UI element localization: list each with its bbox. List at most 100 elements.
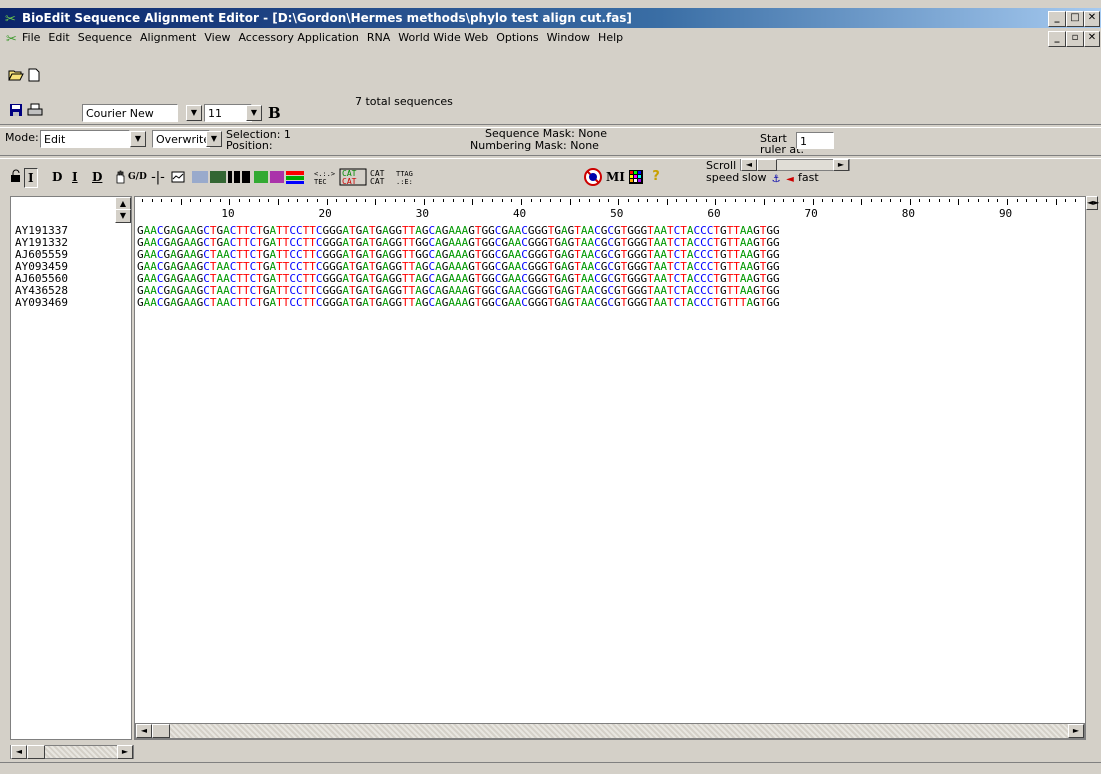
lock-icon[interactable] — [8, 169, 24, 185]
ruler-tick — [929, 199, 931, 202]
ruler-tick — [452, 199, 454, 202]
menu-item-accessory-application[interactable]: Accessory Application — [238, 31, 358, 44]
font-name-select[interactable]: Courier New — [82, 104, 178, 122]
hscroll-right-arrow-icon[interactable]: ► — [1068, 724, 1084, 738]
restore-button[interactable]: □ — [1066, 11, 1084, 27]
sequence-row[interactable]: GAACGAGAAGCTAACTTCTGATTCCTTCGGGATGATGAGG… — [137, 297, 780, 309]
color-grid-icon[interactable] — [628, 169, 644, 185]
menu-item-alignment[interactable]: Alignment — [140, 31, 196, 44]
ruler-number: 90 — [998, 207, 1013, 220]
hand-grab-icon[interactable] — [112, 170, 128, 186]
print-icon[interactable] — [27, 103, 43, 119]
ruler-number: 50 — [610, 207, 624, 220]
ruler-tick — [1055, 199, 1057, 205]
delete-mode-button[interactable]: D — [52, 168, 62, 186]
no-entry-icon[interactable] — [584, 168, 602, 186]
ruler-number: 30 — [415, 207, 429, 220]
ruler-tick — [861, 199, 863, 205]
child-minimize-button[interactable]: _ — [1048, 31, 1066, 47]
scroll-label: Scroll — [706, 159, 737, 172]
slider-thumb[interactable] — [757, 159, 777, 171]
alignment-pane[interactable]: 10 20 30 40 50 60 70 80 90 GAACGAGAAGCTGACTTCTGA… — [134, 196, 1086, 740]
ruler-tick — [433, 199, 435, 202]
separator — [0, 155, 1101, 159]
ruler-tick — [326, 199, 328, 205]
ruler-tick — [666, 199, 668, 205]
menu-item-help[interactable]: Help — [598, 31, 623, 44]
alignment-hscroll[interactable]: ◄ ► — [135, 723, 1085, 739]
hscroll-thumb[interactable] — [152, 724, 170, 738]
ruler-tick — [1074, 199, 1076, 202]
ruler-tick — [258, 199, 260, 202]
ruler-tick — [598, 199, 600, 202]
child-restore-button[interactable]: ▫ — [1066, 31, 1084, 47]
overwrite-select[interactable]: Overwrite — [152, 130, 210, 148]
name-scroll-down-icon[interactable]: ▼ — [115, 209, 131, 223]
slide-icon[interactable]: -|- — [150, 170, 166, 186]
svg-text:TTAG: TTAG — [396, 170, 413, 178]
mi-button[interactable]: MI — [606, 168, 625, 186]
menu-item-options[interactable]: Options — [496, 31, 538, 44]
font-size-dropdown-icon[interactable]: ▼ — [246, 105, 262, 121]
ruler-start-input[interactable]: 1 — [796, 132, 834, 149]
status-bar — [0, 762, 1101, 774]
ruler-tick — [569, 199, 571, 205]
menu-item-view[interactable]: View — [204, 31, 230, 44]
vertical-split-icon[interactable]: ◄► — [1086, 196, 1099, 210]
ruler-tick — [754, 199, 756, 202]
name-hscroll[interactable]: ◄ ► — [10, 745, 134, 759]
menu-item-file[interactable]: File — [22, 31, 40, 44]
insert-gap-button[interactable]: I — [72, 168, 78, 186]
shading-tools-icon[interactable] — [190, 168, 308, 186]
font-size-select[interactable]: 11 — [204, 104, 252, 122]
name-hscroll-right-icon[interactable]: ► — [117, 745, 133, 759]
ruler-tick — [608, 199, 610, 202]
red-arrow-icon: ◄ — [786, 174, 794, 185]
ruler-number: 60 — [707, 207, 721, 220]
name-hscroll-thumb[interactable] — [27, 745, 45, 759]
mode-select[interactable]: Edit — [40, 130, 130, 148]
sequence-name[interactable]: AY093469 — [15, 297, 68, 309]
ruler-tick — [744, 199, 746, 202]
gd-button[interactable]: G/D — [128, 168, 147, 186]
menu-item-edit[interactable]: Edit — [48, 31, 69, 44]
ruler-tick — [443, 199, 445, 202]
mode-dropdown-icon[interactable]: ▼ — [130, 131, 146, 147]
ruler-tick — [1065, 199, 1067, 202]
close-button[interactable]: ✕ — [1084, 11, 1100, 27]
delete-gap-button[interactable]: D — [92, 168, 102, 186]
ruler-tick — [394, 199, 396, 202]
bold-button[interactable]: B — [268, 106, 281, 121]
ruler-tick — [938, 199, 940, 202]
save-icon[interactable] — [8, 103, 24, 119]
slider-right-arrow-icon[interactable]: ► — [833, 159, 849, 171]
window-title: BioEdit Sequence Alignment Editor - [D:\… — [22, 11, 632, 25]
menu-item-rna[interactable]: RNA — [367, 31, 390, 44]
ruler-tick — [1036, 199, 1038, 202]
insert-mode-button[interactable]: I — [24, 168, 38, 188]
sequence-name-pane[interactable]: ▲ ▼ AY191337 AY191332 AJ605559 AY093459 AJ60… — [10, 196, 132, 740]
ruler-tick — [1006, 199, 1008, 205]
hscroll-left-arrow-icon[interactable]: ◄ — [136, 724, 152, 738]
slider-left-arrow-icon[interactable]: ◄ — [741, 159, 757, 171]
name-hscroll-left-icon[interactable]: ◄ — [11, 745, 27, 759]
ruler-tick — [793, 199, 795, 202]
menu-item-world-wide-web[interactable]: World Wide Web — [398, 31, 488, 44]
overwrite-dropdown-icon[interactable]: ▼ — [206, 131, 222, 147]
svg-text:TEC: TEC — [314, 178, 327, 186]
menu-item-sequence[interactable]: Sequence — [78, 31, 132, 44]
document-icon[interactable]: ✂ — [6, 30, 17, 50]
scroll-speed-slider[interactable]: ◄ ► — [740, 159, 850, 171]
help-question-icon[interactable]: ? — [648, 169, 664, 185]
ruler-tick — [423, 199, 425, 205]
child-close-button[interactable]: ✕ — [1084, 31, 1100, 47]
sequence-display-icon[interactable]: <.:.> TEC CAT CAT CAT CAT TTAG .:E: — [314, 168, 424, 186]
graph-icon[interactable] — [170, 170, 186, 186]
ruler-tick — [841, 199, 843, 202]
font-name-dropdown-icon[interactable]: ▼ — [186, 105, 202, 121]
minimize-button[interactable]: _ — [1048, 11, 1066, 27]
new-document-icon[interactable] — [26, 68, 42, 84]
menu-item-window[interactable]: Window — [547, 31, 590, 44]
open-folder-icon[interactable] — [8, 68, 24, 84]
ruler-tick — [695, 199, 697, 202]
